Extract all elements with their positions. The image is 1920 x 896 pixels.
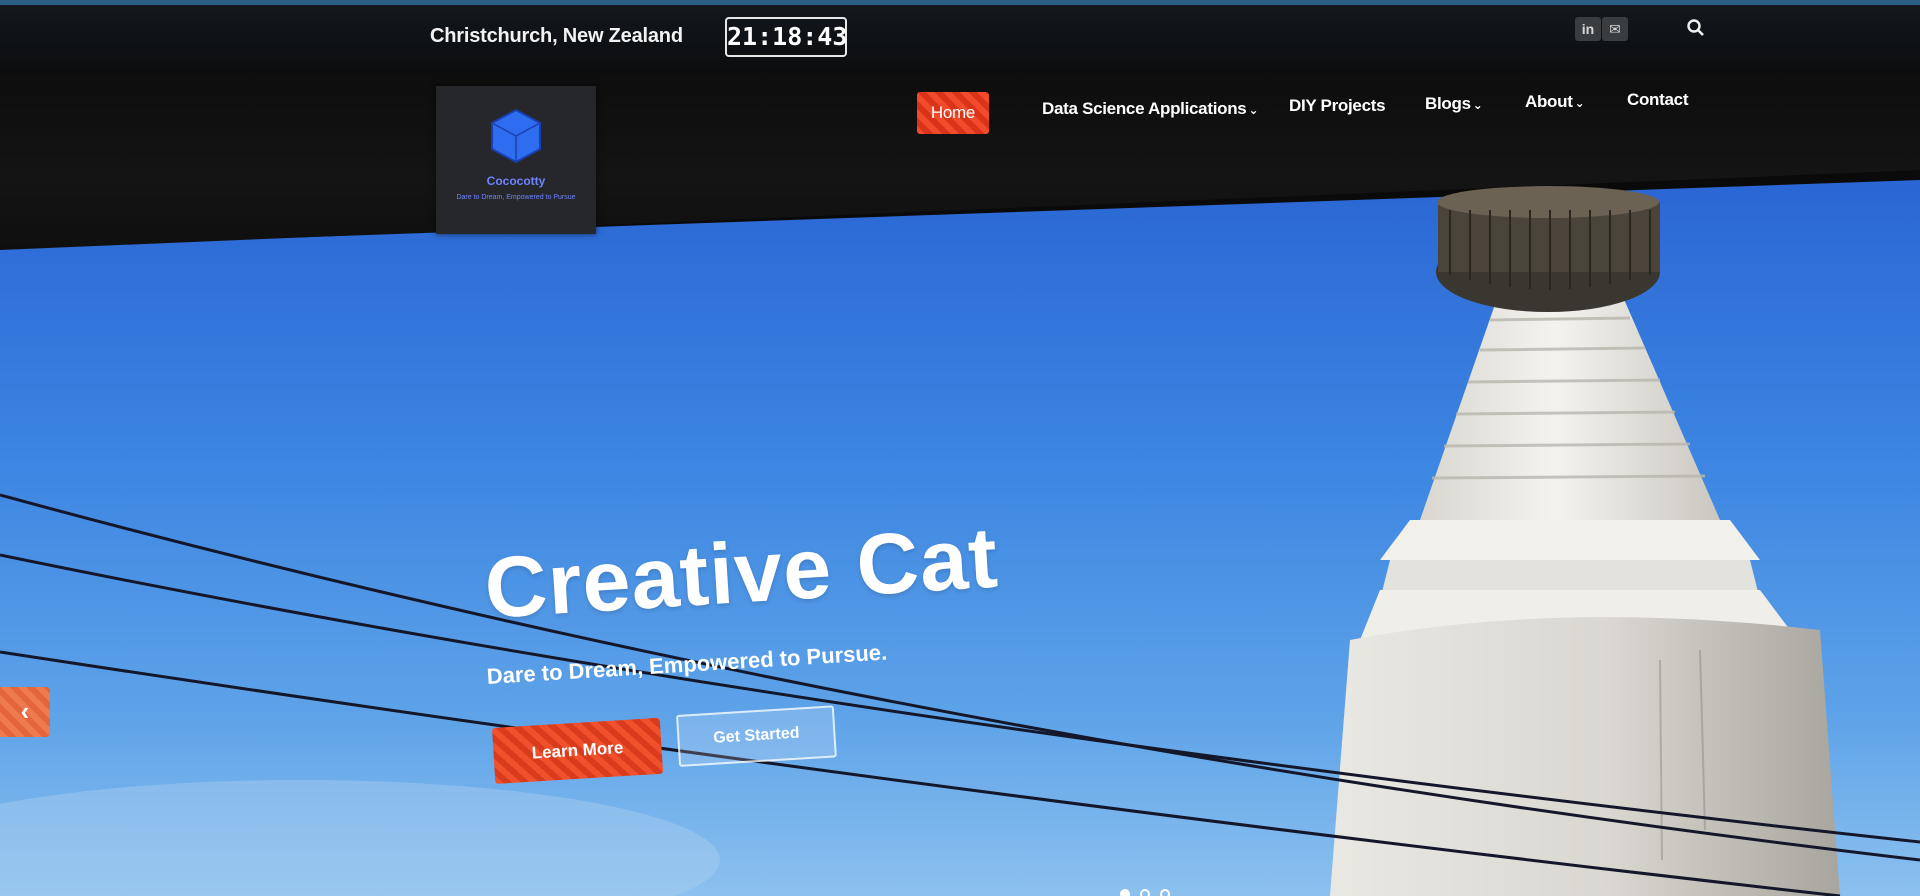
slide-dot[interactable] (1120, 889, 1130, 896)
nav-item-label: About (1525, 92, 1573, 111)
slide-indicators (1120, 886, 1180, 896)
location-text: Christchurch, New Zealand (430, 25, 683, 47)
digital-clock: 21:18:43 (725, 17, 847, 57)
nav-item-diy-projects[interactable]: DIY Projects (1289, 96, 1386, 116)
linkedin-icon[interactable]: in (1575, 17, 1601, 41)
chevron-down-icon: ⌄ (1574, 96, 1585, 110)
nav-item-contact[interactable]: Contact (1627, 90, 1688, 110)
prev-slide-chevron-left-icon[interactable]: ‹ (0, 687, 50, 737)
logo-name: Cococotty (486, 174, 546, 188)
nav-item-label: Data Science Applications (1042, 99, 1247, 118)
mail-icon[interactable]: ✉ (1602, 17, 1628, 41)
nav-item-data-science-applications[interactable]: Data Science Applications ⌄ (1042, 99, 1258, 119)
get-started-button[interactable]: Get Started (676, 705, 837, 767)
site-logo[interactable]: Cococotty Dare to Dream, Empowered to Pu… (436, 86, 596, 234)
page: Christchurch, New Zealand 21:18:43 in ✉ … (0, 0, 1920, 896)
nav-item-about[interactable]: About ⌄ (1525, 92, 1585, 112)
top-bar: Christchurch, New Zealand 21:18:43 in ✉ (0, 0, 1920, 70)
slide-dot[interactable] (1160, 889, 1170, 896)
nav-item-home[interactable]: Home (917, 92, 989, 134)
search-icon[interactable] (1686, 18, 1706, 38)
hexagon-logo-icon (491, 108, 541, 164)
chevron-down-icon: ⌄ (1472, 98, 1483, 112)
logo-tagline: Dare to Dream, Empowered to Pursue (456, 194, 576, 201)
nav-item-label: Blogs (1425, 94, 1471, 113)
slide-dot[interactable] (1140, 889, 1150, 896)
chevron-down-icon: ⌄ (1248, 103, 1259, 117)
nav-item-blogs[interactable]: Blogs ⌄ (1425, 94, 1483, 114)
learn-more-button[interactable]: Learn More (492, 717, 664, 784)
